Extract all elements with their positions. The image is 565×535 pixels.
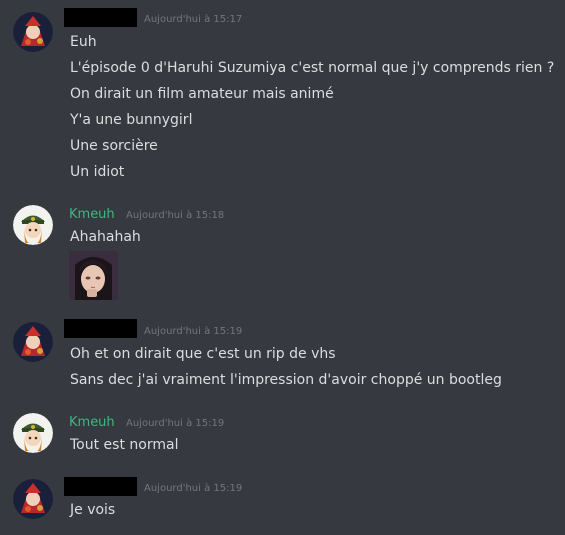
message-text: L'épisode 0 d'Haruhi Suzumiya c'est norm…: [70, 60, 555, 76]
message-text: Ahahahah: [70, 229, 141, 245]
author-name[interactable]: Kmeuh: [69, 207, 115, 222]
message-text: Tout est normal: [70, 437, 179, 453]
red-character-avatar-icon[interactable]: [13, 322, 53, 362]
message-timestamp: Aujourd'hui à 15:19: [144, 483, 243, 494]
red-character-avatar-icon[interactable]: [13, 12, 53, 52]
redacted-username[interactable]: [64, 319, 137, 338]
message-text: On dirait un film amateur mais animé: [70, 86, 334, 102]
anime-girl-image-icon[interactable]: [69, 251, 118, 300]
message-text: Sans dec j'ai vraiment l'impression d'av…: [70, 372, 502, 388]
message-timestamp: Aujourd'hui à 15:19: [144, 326, 243, 337]
message-timestamp: Aujourd'hui à 15:18: [126, 210, 225, 221]
message-text: Je vois: [70, 502, 116, 518]
message-text: Oh et on dirait que c'est un rip de vhs: [70, 346, 336, 362]
redacted-username[interactable]: [64, 477, 137, 496]
message-text: Une sorcière: [70, 138, 158, 154]
red-character-avatar-icon[interactable]: [13, 479, 53, 519]
message-text: Y'a une bunnygirl: [70, 112, 193, 128]
message-text: Un idiot: [70, 164, 125, 180]
message-timestamp: Aujourd'hui à 15:17: [144, 14, 243, 25]
soldier-character-avatar-icon[interactable]: [13, 413, 53, 453]
redacted-username[interactable]: [64, 8, 137, 27]
message-timestamp: Aujourd'hui à 15:19: [126, 418, 225, 429]
message-text: Euh: [70, 34, 97, 50]
author-name[interactable]: Kmeuh: [69, 415, 115, 430]
soldier-character-avatar-icon[interactable]: [13, 205, 53, 245]
